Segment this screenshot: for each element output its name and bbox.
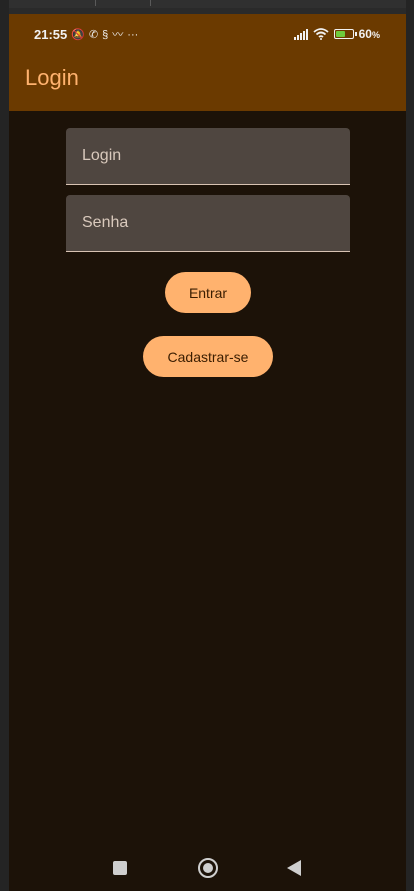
wifi-icon [313, 28, 329, 40]
submit-button[interactable]: Entrar [165, 272, 251, 313]
status-time: 21:55 [34, 27, 68, 42]
signal-icon [293, 28, 308, 40]
divider [150, 0, 151, 6]
muted-bell-icon: 🔕 [71, 28, 85, 41]
login-input[interactable] [66, 128, 350, 184]
battery-percent: 60% [359, 27, 380, 41]
window-top-strip [0, 0, 414, 8]
password-field [66, 195, 350, 252]
status-left: 21:55 🔕 ✆ § 〰 ··· [34, 27, 138, 42]
phone-screen: 21:55 🔕 ✆ § 〰 ··· 60% Login Login Entrar… [9, 14, 406, 891]
more-dots-icon: ··· [127, 28, 139, 41]
bird-icon: 〰 [112, 28, 124, 41]
battery-percent-value: 60 [358, 27, 372, 41]
divider [95, 0, 96, 6]
battery-percent-suffix: % [371, 30, 380, 40]
password-input[interactable] [66, 195, 350, 251]
left-frame [0, 0, 9, 891]
back-button[interactable] [287, 860, 301, 876]
screen: 21:55 🔕 ✆ § 〰 ··· 60% Login Login Entrar… [0, 0, 414, 891]
app-bar: 21:55 🔕 ✆ § 〰 ··· 60% Login [9, 14, 406, 111]
status-bar: 21:55 🔕 ✆ § 〰 ··· 60% [9, 14, 406, 54]
status-right: 60% [293, 27, 380, 41]
home-button[interactable] [198, 858, 218, 878]
whatsapp-icon: ✆ [88, 28, 99, 41]
register-button[interactable]: Cadastrar-se [143, 336, 273, 377]
recents-button[interactable] [113, 861, 127, 875]
right-frame [406, 0, 414, 891]
app-icon: § [102, 28, 109, 41]
page-title: Login [25, 65, 79, 90]
battery-charging-icon [333, 29, 357, 39]
system-nav-bar [9, 851, 406, 891]
battery-level [335, 31, 345, 37]
login-field [66, 128, 350, 185]
